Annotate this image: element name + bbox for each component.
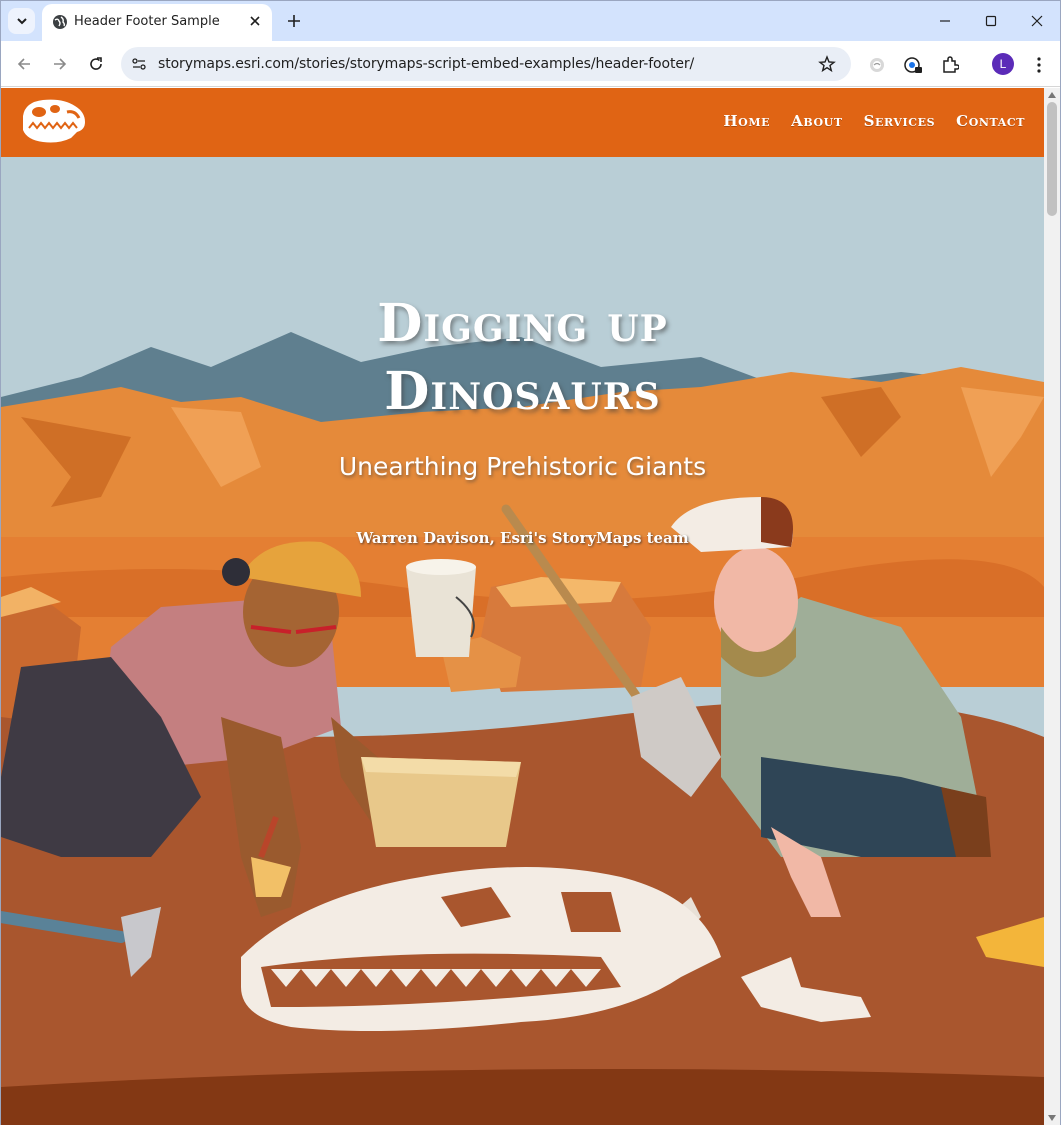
forward-arrow-icon[interactable] bbox=[49, 53, 71, 75]
nav-contact[interactable]: Contact bbox=[956, 112, 1025, 130]
maximize-icon[interactable] bbox=[968, 1, 1014, 41]
hero-author: Warren Davison, Esri's StoryMaps team bbox=[356, 529, 689, 547]
url-text: storymaps.esri.com/stories/storymaps-scr… bbox=[158, 56, 695, 72]
browser-window: Header Footer Sample storymaps.esri.com/… bbox=[0, 0, 1061, 1125]
nav-services[interactable]: Services bbox=[864, 112, 936, 130]
tab-title: Header Footer Sample bbox=[74, 14, 220, 29]
reload-icon[interactable] bbox=[85, 53, 107, 75]
tab-strip: Header Footer Sample bbox=[1, 1, 1060, 41]
tab-search-icon[interactable] bbox=[8, 8, 35, 34]
minimize-icon[interactable] bbox=[922, 1, 968, 41]
address-bar[interactable]: storymaps.esri.com/stories/storymaps-scr… bbox=[121, 47, 851, 81]
profile-avatar[interactable]: L bbox=[992, 53, 1014, 75]
hero-section: Digging up Dinosaurs Unearthing Prehisto… bbox=[1, 157, 1044, 1125]
plus-icon[interactable] bbox=[283, 10, 305, 32]
dinosaur-skull-icon[interactable] bbox=[19, 96, 89, 150]
site-header: Home About Services Contact bbox=[1, 88, 1044, 157]
star-icon[interactable] bbox=[817, 54, 837, 74]
hero-title: Digging up Dinosaurs bbox=[1, 290, 1044, 426]
hero-title-line2: Dinosaurs bbox=[384, 361, 661, 422]
site-info-icon[interactable] bbox=[129, 54, 149, 74]
nav-about[interactable]: About bbox=[791, 112, 843, 130]
password-icon[interactable] bbox=[902, 54, 924, 76]
close-window-icon[interactable] bbox=[1014, 1, 1060, 41]
globe-icon bbox=[52, 14, 68, 30]
close-icon[interactable] bbox=[246, 12, 264, 30]
nav-home[interactable]: Home bbox=[723, 112, 770, 130]
site-nav: Home About Services Contact bbox=[723, 112, 1025, 130]
hero-title-line1: Digging up bbox=[377, 293, 668, 354]
browser-toolbar: storymaps.esri.com/stories/storymaps-scr… bbox=[1, 41, 1060, 87]
back-arrow-icon[interactable] bbox=[13, 53, 35, 75]
extension-icon[interactable] bbox=[866, 54, 888, 76]
scrollbar-thumb[interactable] bbox=[1047, 102, 1057, 216]
more-menu-icon[interactable] bbox=[1028, 54, 1050, 76]
scroll-down-icon[interactable] bbox=[1048, 1114, 1056, 1122]
hero-subtitle: Unearthing Prehistoric Giants bbox=[338, 452, 707, 481]
scroll-up-icon[interactable] bbox=[1048, 91, 1056, 99]
page-viewport: Home About Services Contact Digging up D… bbox=[1, 88, 1044, 1125]
active-tab[interactable]: Header Footer Sample bbox=[42, 4, 272, 41]
puzzle-icon[interactable] bbox=[939, 54, 961, 76]
page-scrollbar[interactable] bbox=[1044, 88, 1060, 1125]
